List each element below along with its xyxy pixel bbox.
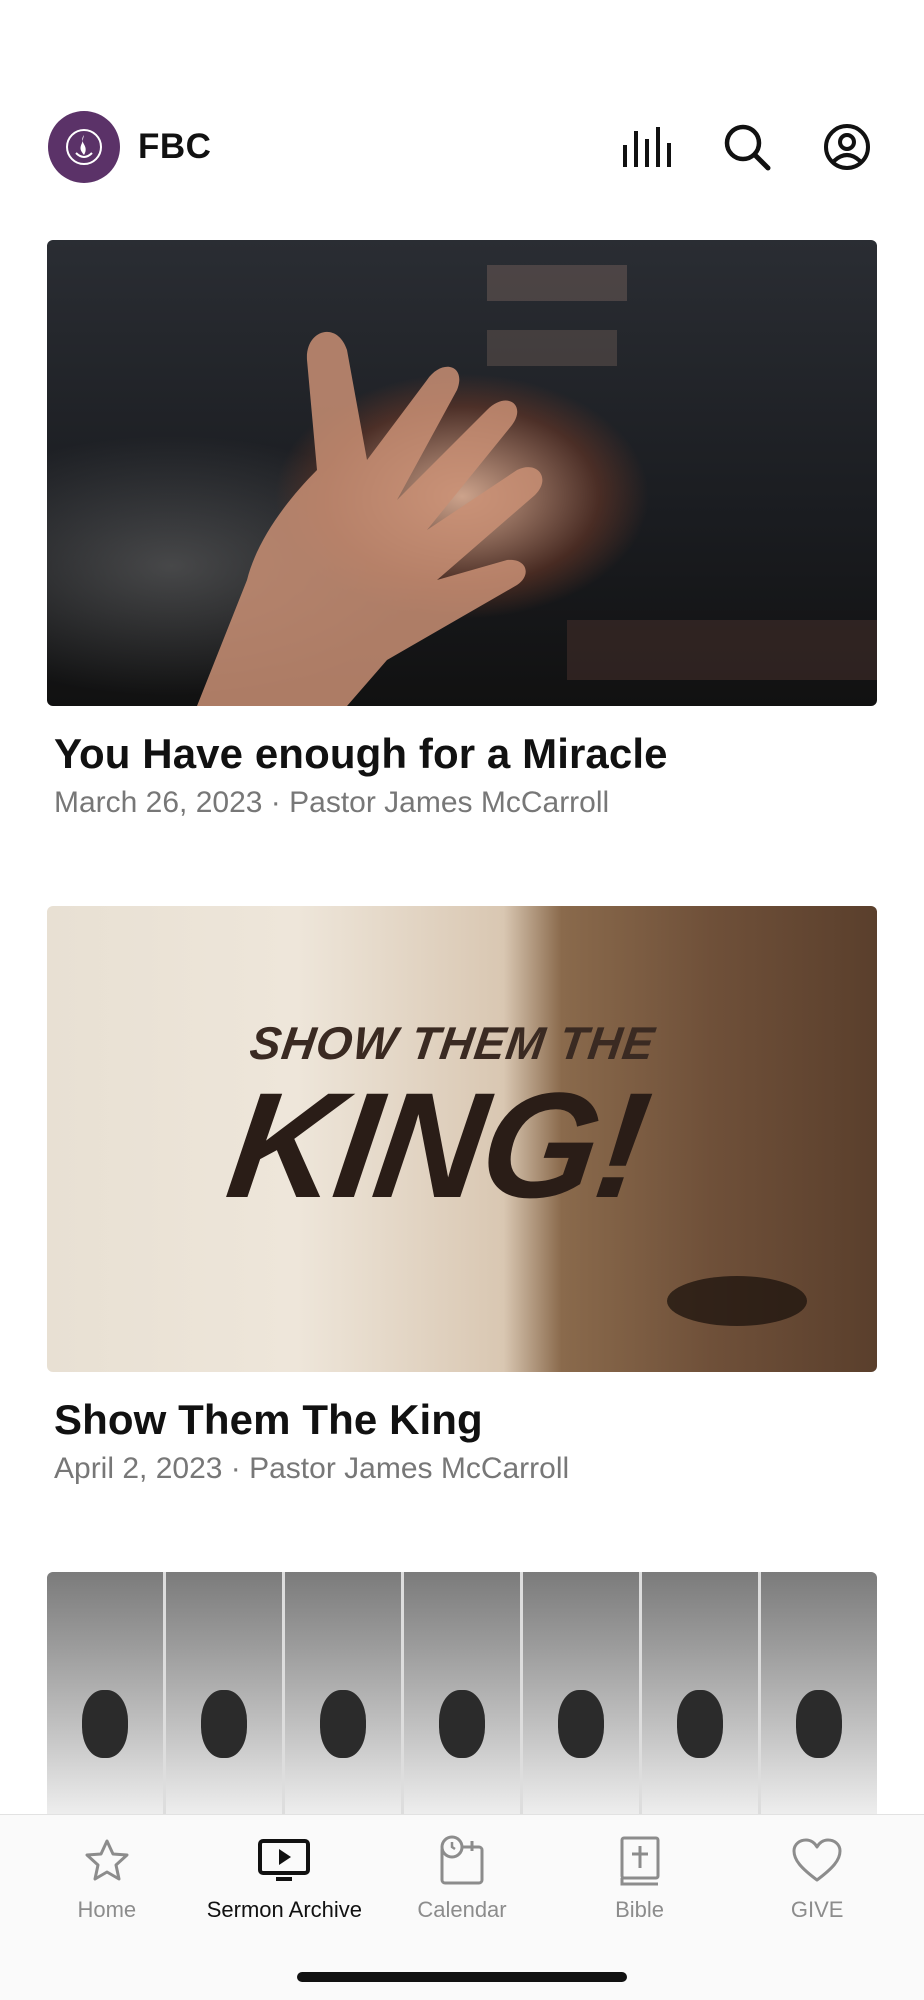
tab-sermon-archive[interactable]: Sermon Archive [199, 1833, 369, 1923]
face-photo [523, 1572, 639, 1817]
audio-bars-icon[interactable] [618, 118, 676, 176]
account-icon[interactable] [818, 118, 876, 176]
bible-icon [612, 1833, 668, 1889]
heart-icon [789, 1833, 845, 1889]
tab-label: Sermon Archive [206, 1897, 363, 1922]
tv-play-icon [256, 1833, 312, 1889]
face-photo [642, 1572, 758, 1817]
tab-label: GIVE [790, 1897, 844, 1922]
calendar-clock-icon [434, 1833, 490, 1889]
face-photo [404, 1572, 520, 1817]
donkey-eye [667, 1276, 807, 1326]
star-icon [79, 1833, 135, 1889]
header-actions [618, 118, 876, 176]
tab-calendar[interactable]: Calendar [377, 1833, 547, 1923]
tab-bar: Home Sermon Archive Calendar Bible GIVE [0, 1814, 924, 2000]
tab-label: Calendar [417, 1897, 507, 1922]
app-header: FBC [48, 108, 876, 186]
sermon-meta: April 2, 2023 · Pastor James McCarroll [54, 1452, 570, 1485]
logo-icon[interactable] [48, 111, 120, 183]
tab-label: Bible [615, 1897, 665, 1922]
home-indicator[interactable] [297, 1972, 627, 1982]
sermon-card[interactable]: SHOW THEM THE KING! Show Them The King A… [47, 906, 877, 1486]
face-photo [47, 1572, 163, 1817]
thumbnail-title: KING! [218, 1061, 658, 1229]
tab-give[interactable]: GIVE [732, 1833, 902, 1923]
face-photo [166, 1572, 282, 1817]
sermon-meta: March 26, 2023 · Pastor James McCarroll [54, 786, 610, 819]
sermon-thumbnail[interactable]: SHOW THEM THE KING! [47, 906, 877, 1372]
brand[interactable]: FBC [48, 111, 211, 183]
sermon-card[interactable] [47, 1572, 877, 1817]
face-photo [285, 1572, 401, 1817]
sermon-card[interactable]: You Have enough for a Miracle March 26, … [47, 240, 877, 820]
sermon-thumbnail[interactable] [47, 1572, 877, 1817]
sermon-title[interactable]: Show Them The King [54, 1396, 877, 1444]
brand-name: FBC [138, 127, 212, 166]
face-photo [761, 1572, 877, 1817]
thumbnail-title-art: SHOW THEM THE KING! [218, 1016, 667, 1229]
sermon-title[interactable]: You Have enough for a Miracle [54, 730, 877, 778]
tab-label: Home [77, 1897, 137, 1922]
tab-bible[interactable]: Bible [555, 1833, 725, 1923]
tab-home[interactable]: Home [22, 1833, 192, 1923]
search-icon[interactable] [718, 118, 776, 176]
sermon-thumbnail[interactable] [47, 240, 877, 706]
